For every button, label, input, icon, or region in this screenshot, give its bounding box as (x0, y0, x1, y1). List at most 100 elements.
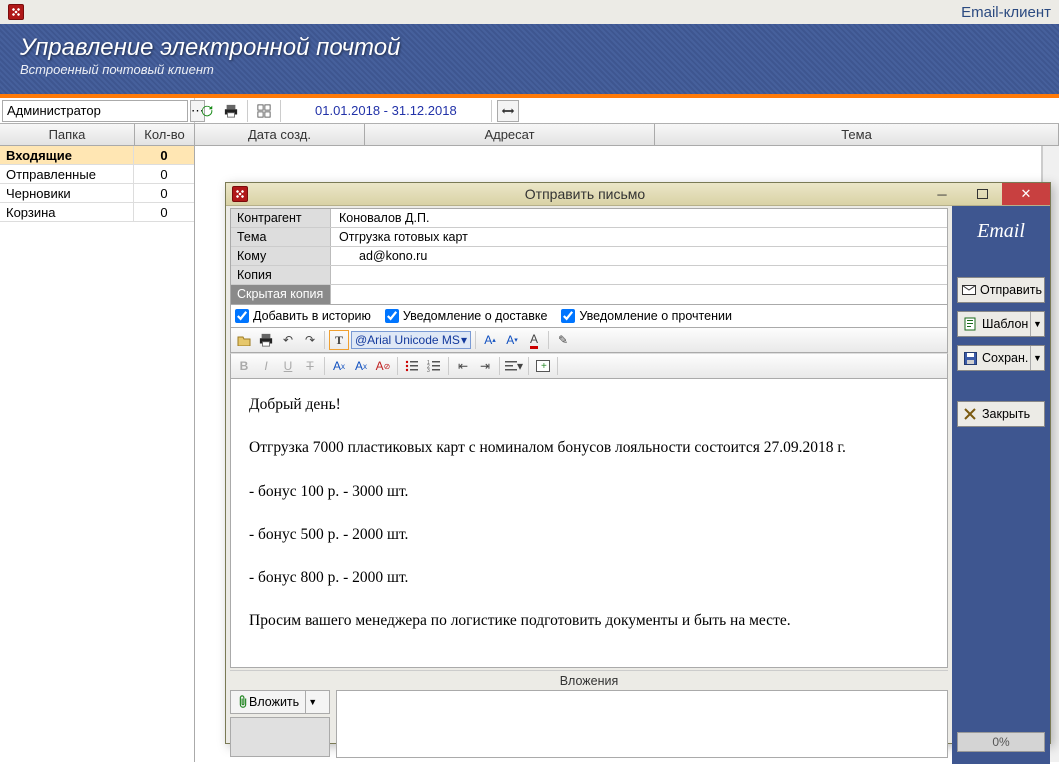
col-date[interactable]: Дата созд. (195, 124, 365, 145)
superscript-icon[interactable]: Ax (351, 356, 371, 376)
paperclip-icon (237, 695, 249, 709)
font-grow-icon[interactable]: A▴ (480, 330, 500, 350)
folder-row-Входящие[interactable]: Входящие0 (0, 146, 194, 165)
attachment-list[interactable] (336, 690, 948, 758)
folder-row-Отправленные[interactable]: Отправленные0 (0, 165, 194, 184)
date-range-label[interactable]: 01.01.2018 - 31.12.2018 (285, 103, 487, 118)
folder-row-Корзина[interactable]: Корзина0 (0, 203, 194, 222)
minimize-button[interactable]: ─ (922, 183, 962, 205)
to-input[interactable] (359, 249, 939, 263)
save-button[interactable]: Сохран. ▼ (957, 345, 1045, 371)
clear-format-icon[interactable]: A⊘ (373, 356, 393, 376)
italic-icon[interactable]: I (256, 356, 276, 376)
folder-panel: Входящие0Отправленные0Черновики0Корзина0 (0, 146, 195, 762)
compose-side-panel: Email Отправить Шаблон ▼ Сохран. ▼ Закры… (952, 206, 1050, 764)
folder-name: Входящие (0, 146, 134, 164)
font-color-icon[interactable]: A (524, 330, 544, 350)
insert-image-icon[interactable]: + (533, 356, 553, 376)
page-heading: Управление электронной почтой (20, 34, 1039, 62)
label-to: Кому (231, 247, 331, 265)
editor-toolbar-row1: ↶ ↷ T @Arial Unicode MS▾ A▴ A▾ A ✎ (230, 328, 948, 353)
sep (499, 357, 500, 375)
highlight-icon[interactable]: ✎ (553, 330, 573, 350)
dice-icon (8, 4, 24, 20)
font-button[interactable]: T (329, 330, 349, 350)
compose-title: Отправить письмо (248, 186, 922, 202)
envelope-icon (962, 282, 976, 298)
bullet-list-icon[interactable] (402, 356, 422, 376)
folder-name: Корзина (0, 203, 134, 221)
check-read[interactable]: Уведомление о прочтении (561, 309, 732, 323)
maximize-button[interactable] (962, 183, 1002, 205)
strike-icon[interactable]: T (300, 356, 320, 376)
check-read-label: Уведомление о прочтении (579, 309, 732, 323)
number-list-icon[interactable]: 123 (424, 356, 444, 376)
subscript-icon[interactable]: Ax (329, 356, 349, 376)
check-history[interactable]: Добавить в историю (235, 309, 371, 323)
message-body-editor[interactable]: Добрый день! Отгрузка 7000 пластиковых к… (230, 379, 948, 668)
font-shrink-icon[interactable]: A▾ (502, 330, 522, 350)
col-count[interactable]: Кол-во (135, 124, 195, 145)
chevron-down-icon[interactable]: ▼ (1030, 346, 1044, 370)
send-button[interactable]: Отправить (957, 277, 1045, 303)
label-subject: Тема (231, 228, 331, 246)
body-p4: - бонус 500 р. - 2000 шт. (249, 523, 929, 546)
sep (557, 357, 558, 375)
sep (548, 331, 549, 349)
outdent-icon[interactable]: ⇤ (453, 356, 473, 376)
compose-title-bar[interactable]: Отправить письмо ─ ✕ (226, 183, 1050, 206)
grid-icon[interactable] (253, 100, 275, 122)
folder-row-Черновики[interactable]: Черновики0 (0, 184, 194, 203)
chevron-down-icon[interactable]: ▼ (305, 691, 319, 713)
body-p2: Отгрузка 7000 пластиковых карт с номинал… (249, 436, 929, 459)
row-to: Кому (231, 247, 947, 266)
font-selector[interactable]: @Arial Unicode MS▾ (351, 331, 471, 349)
value-contragent[interactable]: Коновалов Д.П. (331, 209, 947, 227)
sep (528, 357, 529, 375)
folder-count: 0 (134, 165, 194, 183)
chevron-down-icon[interactable]: ▼ (1030, 312, 1044, 336)
folder-name: Черновики (0, 184, 134, 202)
close-compose-button[interactable]: Закрыть (957, 401, 1045, 427)
cancel-icon (962, 406, 978, 422)
print-icon[interactable] (220, 100, 242, 122)
col-subject[interactable]: Тема (655, 124, 1059, 145)
close-button[interactable]: ✕ (1002, 183, 1050, 205)
underline-icon[interactable]: U (278, 356, 298, 376)
sep (448, 357, 449, 375)
folder-count: 0 (134, 203, 194, 221)
col-recipient[interactable]: Адресат (365, 124, 655, 145)
print2-icon[interactable] (256, 330, 276, 350)
email-brand: Email (977, 220, 1025, 243)
refresh-icon[interactable] (196, 100, 218, 122)
progress-bar: 0% (957, 732, 1045, 752)
label-cc: Копия (231, 266, 331, 284)
check-delivery[interactable]: Уведомление о доставке (385, 309, 547, 323)
user-input[interactable] (2, 100, 188, 122)
main-toolbar: ⋯ 01.01.2018 - 31.12.2018 (0, 98, 1059, 124)
svg-text:+: + (541, 361, 547, 372)
align-icon[interactable]: ▾ (504, 356, 524, 376)
check-history-label: Добавить в историю (253, 309, 371, 323)
expand-icon[interactable] (497, 100, 519, 122)
indent-icon[interactable]: ⇥ (475, 356, 495, 376)
cc-input[interactable] (339, 268, 939, 282)
notification-options: Добавить в историю Уведомление о доставк… (230, 305, 948, 328)
template-button[interactable]: Шаблон ▼ (957, 311, 1045, 337)
bcc-input[interactable] (339, 287, 939, 301)
label-bcc: Скрытая копия (231, 285, 331, 304)
page-banner: Управление электронной почтой Встроенный… (0, 24, 1059, 94)
redo-icon[interactable]: ↷ (300, 330, 320, 350)
row-bcc: Скрытая копия (231, 285, 947, 304)
compose-window: Отправить письмо ─ ✕ Контрагент Коновало… (225, 182, 1051, 744)
save-label: Сохран. (982, 351, 1028, 365)
undo-icon[interactable]: ↶ (278, 330, 298, 350)
subject-input[interactable] (339, 230, 939, 244)
bold-icon[interactable]: B (234, 356, 254, 376)
label-contragent: Контрагент (231, 209, 331, 227)
check-delivery-label: Уведомление о доставке (403, 309, 547, 323)
sep (475, 331, 476, 349)
attach-button[interactable]: Вложить ▼ (230, 690, 330, 714)
open-icon[interactable] (234, 330, 254, 350)
col-folder[interactable]: Папка (0, 124, 135, 145)
